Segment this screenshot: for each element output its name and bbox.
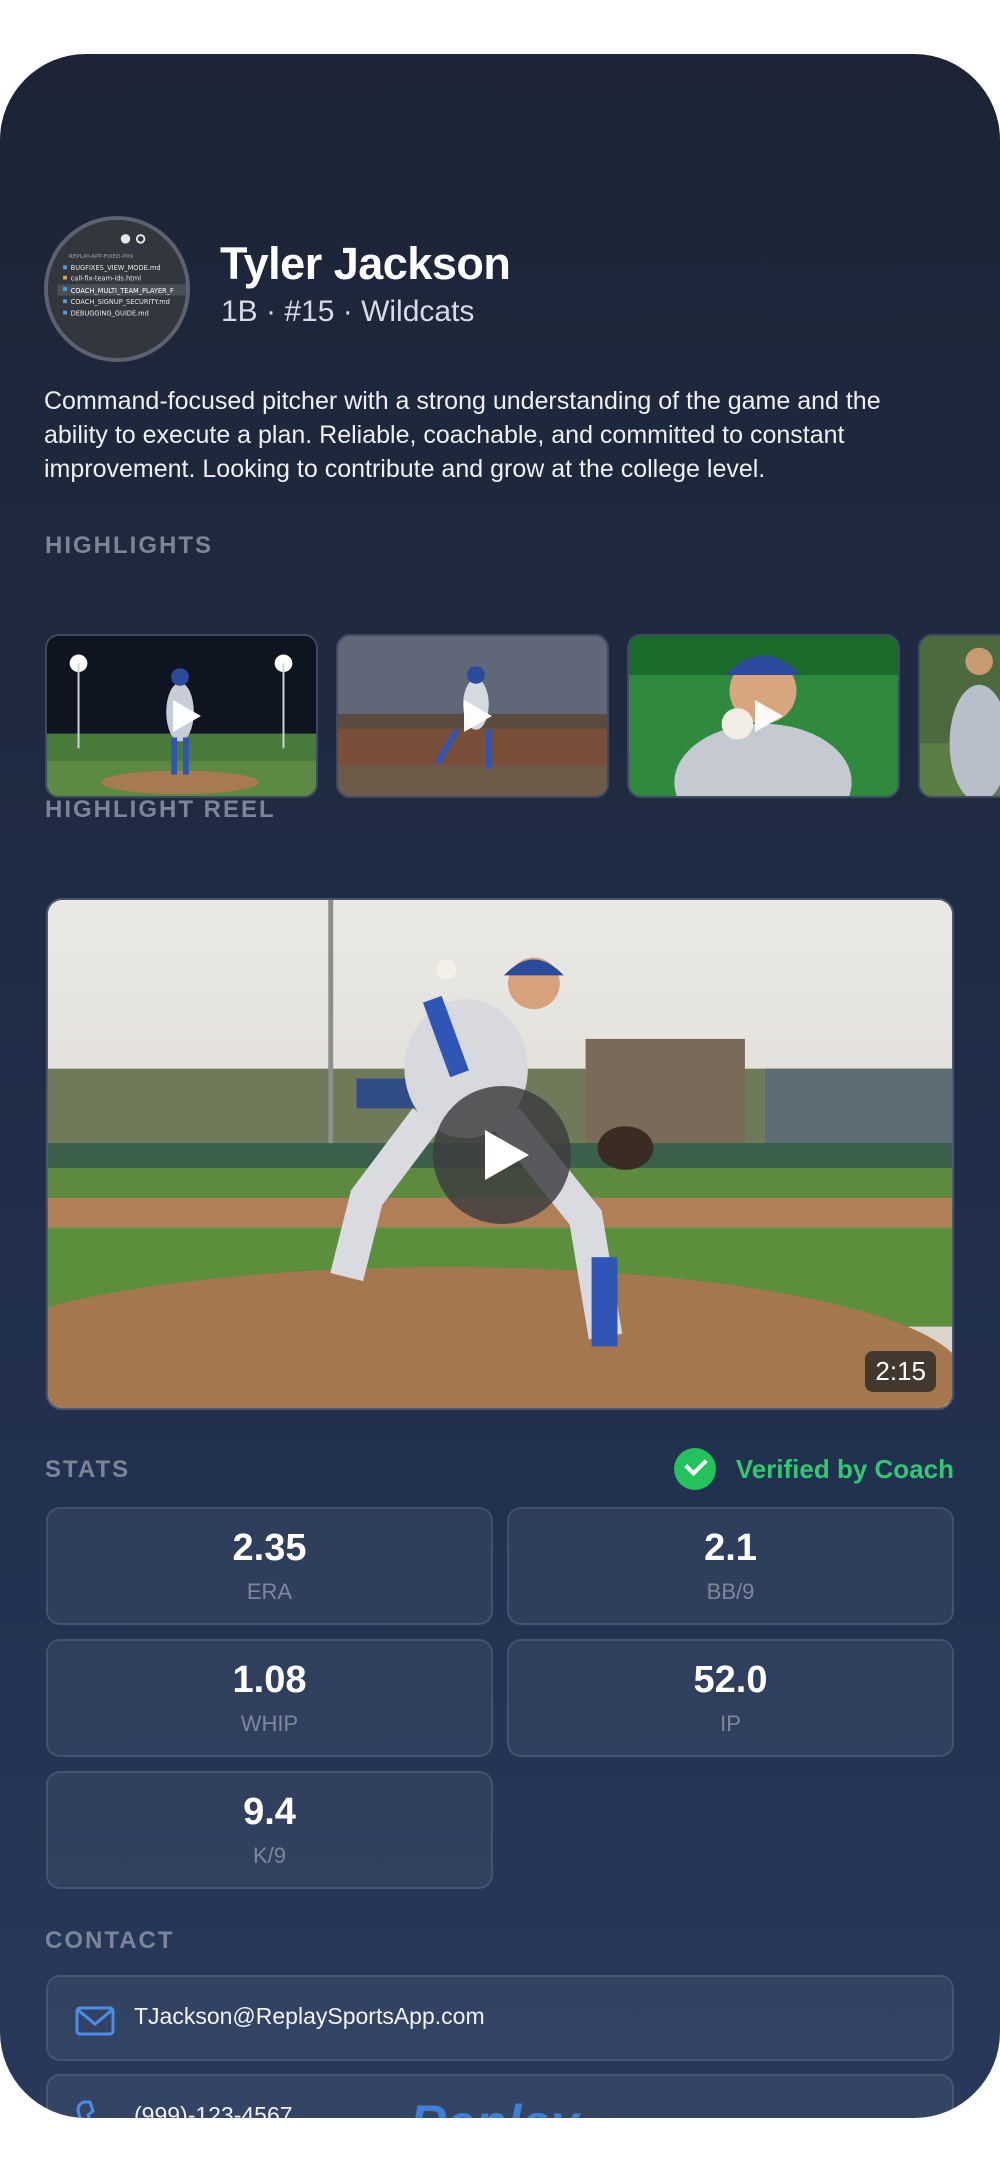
stat-label: WHIP bbox=[240, 1711, 299, 1736]
stat-card-ip: 52.0 IP bbox=[507, 1639, 954, 1757]
video-duration: 2:15 bbox=[865, 1351, 936, 1392]
phone-icon bbox=[76, 2100, 95, 2118]
stat-label: IP bbox=[720, 1711, 741, 1736]
play-icon bbox=[172, 700, 201, 732]
profile-card: REPLAY-APP-FIXED-P09 BUGFIXES_VIEW_MODE.… bbox=[0, 54, 1000, 2118]
highlight-thumbnail[interactable] bbox=[918, 634, 1000, 798]
stat-label: K/9 bbox=[252, 1843, 287, 1868]
replay-logo: Replay bbox=[410, 2094, 580, 2118]
mail-icon bbox=[75, 2006, 115, 2036]
highlight-thumbnail[interactable] bbox=[336, 634, 609, 798]
stat-label: BB/9 bbox=[706, 1579, 755, 1604]
avatar-image: REPLAY-APP-FIXED-P09 BUGFIXES_VIEW_MODE.… bbox=[48, 220, 186, 358]
highlight-reel-video[interactable]: 2:15 bbox=[46, 898, 954, 1410]
stat-value: 1.08 bbox=[232, 1659, 307, 1701]
avatar-file-0: REPLAY-APP-FIXED-P09 bbox=[69, 254, 134, 260]
player-name: Tyler Jackson bbox=[220, 238, 511, 289]
play-icon bbox=[463, 700, 492, 732]
stat-card-whip: 1.08 WHIP bbox=[46, 1639, 493, 1757]
stat-value: 2.35 bbox=[232, 1527, 307, 1569]
stats-heading: STATS bbox=[45, 1456, 131, 1483]
verified-label: Verified by Coach bbox=[735, 1453, 954, 1484]
highlight-thumbnail[interactable] bbox=[627, 634, 900, 798]
contact-heading: CONTACT bbox=[45, 1927, 175, 1954]
stat-value: 52.0 bbox=[693, 1659, 768, 1701]
highlight-thumbnail[interactable] bbox=[45, 634, 318, 798]
stat-label: ERA bbox=[246, 1579, 293, 1604]
avatar-file-4: COACH_SIGNUP_SECURITY.md bbox=[71, 298, 170, 306]
avatar-file-5: DEBUGGING_GUIDE.md bbox=[71, 309, 149, 317]
avatar-file-2: call-fix-team-ids.html bbox=[71, 274, 142, 282]
phone-link[interactable]: (999)-123-4567 bbox=[134, 2102, 293, 2118]
stat-card-k9: 9.4 K/9 bbox=[46, 1771, 493, 1889]
play-button[interactable] bbox=[433, 1086, 571, 1224]
avatar[interactable]: REPLAY-APP-FIXED-P09 BUGFIXES_VIEW_MODE.… bbox=[44, 216, 190, 362]
stat-card-bb9: 2.1 BB/9 bbox=[507, 1507, 954, 1625]
email-row[interactable]: TJackson@ReplaySportsApp.com bbox=[46, 1975, 954, 2061]
stat-card-era: 2.35 ERA bbox=[46, 1507, 493, 1625]
play-icon bbox=[485, 1130, 529, 1180]
verified-badge: Verified by Coach bbox=[673, 1448, 954, 1490]
check-icon bbox=[673, 1448, 716, 1490]
avatar-file-1: BUGFIXES_VIEW_MODE.md bbox=[71, 264, 161, 272]
play-icon bbox=[754, 700, 783, 732]
avatar-file-3: COACH_MULTI_TEAM_PLAYER_F bbox=[71, 287, 174, 295]
stat-value: 2.1 bbox=[704, 1527, 757, 1569]
highlight-image-walk bbox=[920, 636, 1000, 796]
highlight-reel-heading: HIGHLIGHT REEL bbox=[45, 796, 276, 823]
email-link[interactable]: TJackson@ReplaySportsApp.com bbox=[134, 2003, 485, 2030]
highlights-heading: HIGHLIGHTS bbox=[45, 532, 213, 559]
stat-value: 9.4 bbox=[243, 1791, 296, 1833]
player-position-team: 1B · #15 · Wildcats bbox=[221, 295, 475, 328]
player-bio: Command-focused pitcher with a strong un… bbox=[44, 387, 881, 483]
highlights-carousel[interactable] bbox=[45, 634, 1000, 798]
